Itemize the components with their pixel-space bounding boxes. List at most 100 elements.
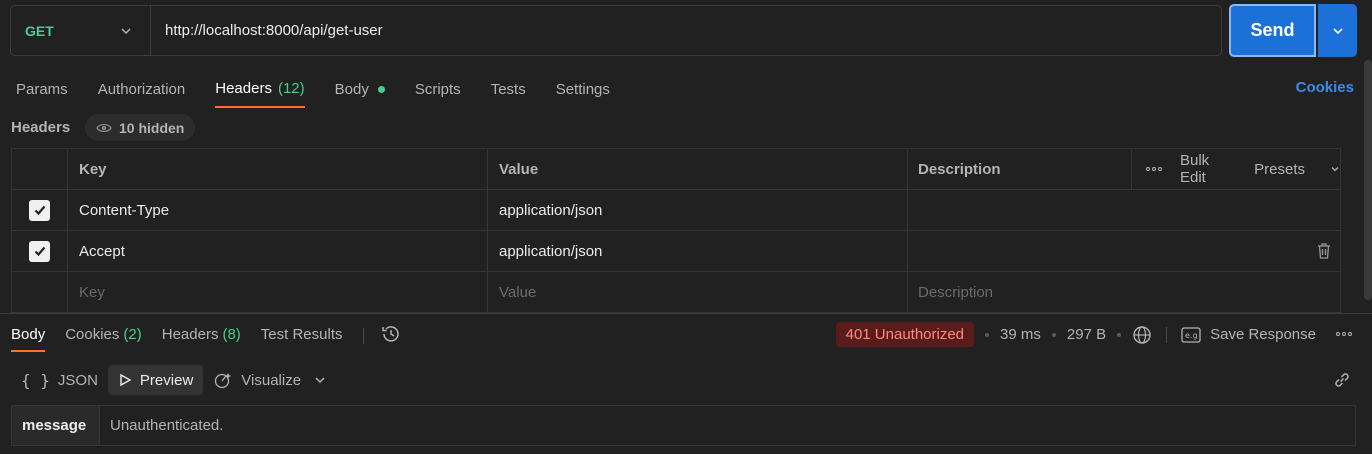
visualize-view-button[interactable]: Visualize [203,365,311,395]
json-label: JSON [57,371,98,389]
preview-label: Preview [139,371,194,389]
separator-dot [1051,332,1056,337]
table-row: Accept application/json [12,231,1340,272]
history-icon[interactable] [380,323,402,345]
description-input[interactable]: Description [908,272,1340,312]
braces-icon: { } [21,370,50,390]
separator-dot [985,332,990,337]
key-cell[interactable]: Content-Type [68,190,488,230]
chevron-down-icon [1331,167,1339,172]
checkbox-col-header [12,149,68,189]
chevron-down-icon[interactable] [313,373,327,387]
pane-divider[interactable] [0,313,1372,314]
headers-section-title: Headers [11,119,71,136]
key-cell[interactable]: Accept [68,231,488,271]
preview-value: Unauthenticated. [110,417,224,434]
header-key: Content-Type [79,201,170,219]
value-placeholder: Value [499,283,537,301]
tab-response-cookies[interactable]: Cookies (2) [65,320,142,352]
key-placeholder: Key [79,283,105,301]
tab-body[interactable]: Body [335,73,385,103]
separator-dot [1117,332,1122,337]
preview-table: message Unauthenticated. [11,405,1356,446]
more-options-icon[interactable] [1146,167,1162,171]
hidden-headers-toggle[interactable]: 10 hidden [85,114,196,141]
tab-label: Headers [215,79,272,97]
table-actions: Bulk Edit Presets [1132,149,1340,189]
presets-label: Presets [1254,160,1305,178]
tab-tests[interactable]: Tests [491,73,526,103]
save-response-button[interactable]: e.g Save Response [1181,326,1316,343]
chevron-down-icon [121,28,131,35]
check-icon [34,205,45,216]
key-input[interactable]: Key [68,272,488,312]
header-value: application/json [499,242,603,260]
response-meta: 401 Unauthorized 39 ms 297 B e.g Save Re… [835,322,1316,347]
value-cell[interactable]: application/json [488,231,908,271]
presets-button[interactable]: Presets [1254,161,1340,178]
tab-scripts[interactable]: Scripts [415,73,461,103]
save-response-label: Save Response [1210,326,1316,343]
tab-headers[interactable]: Headers (12) [215,73,305,108]
header-key: Accept [79,242,125,260]
column-header-key: Key [68,149,488,189]
status-badge[interactable]: 401 Unauthorized [835,322,975,347]
method-select[interactable]: GET [11,6,151,55]
link-icon[interactable] [1332,370,1352,390]
tab-params[interactable]: Params [16,73,68,103]
request-tabs: Params Authorization Headers (12) Body Sc… [16,73,640,108]
globe-icon[interactable] [1132,325,1152,345]
tab-label: Scripts [414,80,461,98]
response-time[interactable]: 39 ms [1000,326,1041,343]
response-size[interactable]: 297 B [1067,326,1106,343]
tab-test-results[interactable]: Test Results [261,320,343,352]
tab-response-headers[interactable]: Headers (8) [162,320,241,352]
tab-label: Authorization [97,80,186,98]
description-cell[interactable] [908,190,1340,230]
value-input[interactable]: Value [488,272,908,312]
tab-response-body[interactable]: Body [11,320,46,352]
table-row: Content-Type application/json [12,190,1340,231]
cookies-link[interactable]: Cookies [1296,79,1354,96]
modified-dot [377,85,385,93]
tab-count: (12) [277,79,305,97]
tab-label: Cookies [65,326,120,343]
checkbox-cell [12,190,68,230]
enable-checkbox[interactable] [29,240,50,262]
tab-label: Tests [490,80,526,98]
value-cell[interactable]: application/json [488,190,908,230]
checkbox-cell [12,231,68,271]
save-example-icon: e.g [1181,326,1201,343]
column-header-description: Description [908,149,1132,189]
url-input[interactable] [151,22,1221,39]
preview-key: message [12,406,100,445]
description-cell[interactable] [908,231,1340,271]
eye-icon [96,123,112,132]
tab-settings[interactable]: Settings [556,73,610,103]
enable-checkbox[interactable] [29,199,50,221]
vertical-scrollbar[interactable] [1364,60,1372,300]
send-group: Send [1229,4,1357,57]
trash-icon[interactable] [1316,242,1332,260]
view-mode-bar: { } JSON Preview Visualize [11,365,327,395]
json-view-button[interactable]: { } JSON [11,365,108,395]
preview-view-button[interactable]: Preview [107,365,204,395]
response-tabs: Body Cookies (2) Headers (8) Test Results [11,320,402,352]
divider [362,328,364,344]
tab-label: Test Results [260,326,343,343]
method-label: GET [25,22,54,39]
url-bar: GET [10,5,1222,56]
tab-authorization[interactable]: Authorization [98,73,186,103]
chevron-down-icon [1332,27,1343,34]
send-options-button[interactable] [1318,4,1357,57]
tab-label: Settings [555,80,610,98]
play-icon [120,373,132,387]
description-placeholder: Description [918,283,994,301]
checkbox-cell [12,272,68,312]
tab-label: Body [11,326,46,343]
visualize-label: Visualize [241,371,302,389]
bulk-edit-button[interactable]: Bulk Edit [1180,152,1234,186]
more-options-icon[interactable] [1336,332,1352,336]
send-button[interactable]: Send [1229,4,1316,57]
headers-table: Key Value Description Bulk Edit Presets … [11,148,1341,313]
